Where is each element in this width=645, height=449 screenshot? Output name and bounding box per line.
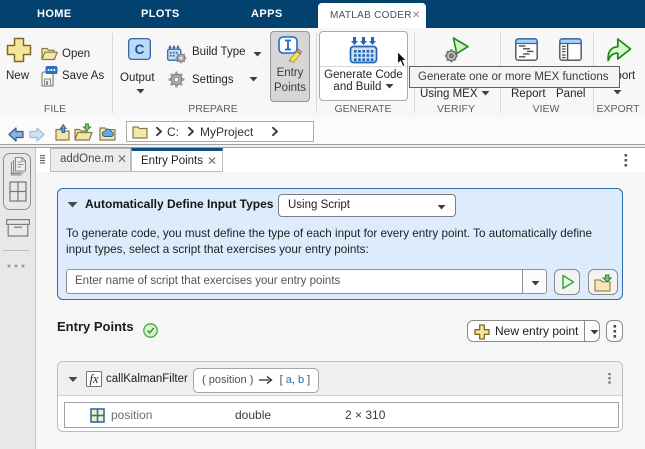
svg-text:C: C [135,42,145,57]
